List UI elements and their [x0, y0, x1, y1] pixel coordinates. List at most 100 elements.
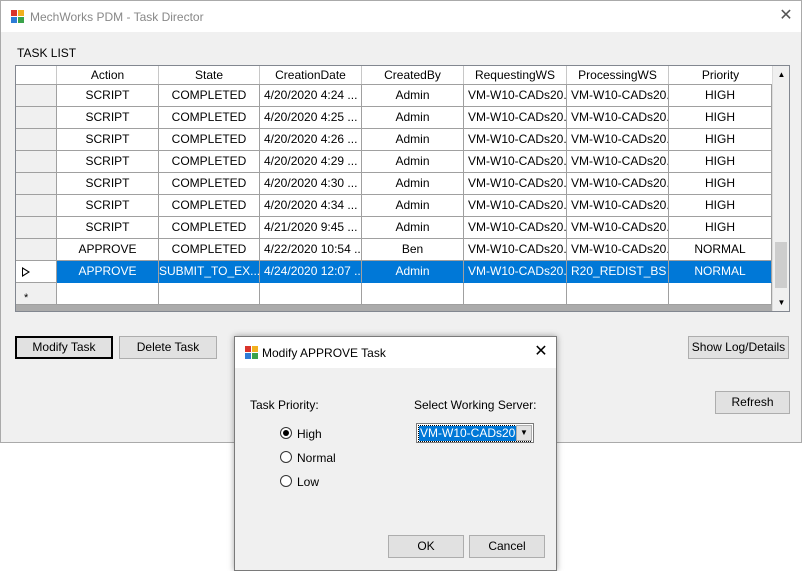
column-header-processing-ws[interactable]: ProcessingWS [567, 66, 669, 84]
cell-processing-ws[interactable] [567, 283, 669, 305]
cell-state[interactable]: SUBMIT_TO_EX... [159, 261, 260, 283]
table-row[interactable]: SCRIPT COMPLETED 4/21/2020 9:45 ... Admin VM… [16, 217, 772, 239]
cell-action[interactable]: SCRIPT [57, 129, 159, 151]
cell-processing-ws[interactable]: VM-W10-CADs20... [567, 129, 669, 151]
cell-action[interactable] [57, 283, 159, 305]
table-row[interactable]: SCRIPT COMPLETED 4/20/2020 4:29 ... Admin VM… [16, 151, 772, 173]
cell-creation-date[interactable]: 4/20/2020 4:29 ... [260, 151, 362, 173]
table-row[interactable]: SCRIPT COMPLETED 4/20/2020 4:30 ... Admin VM… [16, 173, 772, 195]
cell-state[interactable]: COMPLETED [159, 85, 260, 107]
cell-priority[interactable] [669, 283, 772, 305]
cancel-button[interactable]: Cancel [469, 535, 545, 558]
cell-action[interactable]: SCRIPT [57, 85, 159, 107]
ok-button[interactable]: OK [388, 535, 464, 558]
cell-created-by[interactable]: Admin [362, 195, 464, 217]
modify-task-button[interactable]: Modify Task [15, 336, 113, 359]
cell-creation-date[interactable]: 4/20/2020 4:25 ... [260, 107, 362, 129]
row-header[interactable] [16, 129, 57, 151]
column-header-state[interactable]: State [159, 66, 260, 84]
priority-high-label[interactable]: High [297, 427, 322, 441]
cell-action[interactable]: SCRIPT [57, 151, 159, 173]
row-header[interactable] [16, 85, 57, 107]
cell-state[interactable]: COMPLETED [159, 217, 260, 239]
column-header-creation-date[interactable]: CreationDate [260, 66, 362, 84]
row-header[interactable] [16, 151, 57, 173]
cell-created-by[interactable]: Ben [362, 239, 464, 261]
working-server-value[interactable]: VM-W10-CADs2020 [418, 425, 531, 442]
cell-action[interactable]: SCRIPT [57, 107, 159, 129]
cell-processing-ws[interactable]: VM-W10-CADs20... [567, 85, 669, 107]
priority-low-radio[interactable] [280, 475, 292, 487]
cell-action[interactable]: SCRIPT [57, 195, 159, 217]
cell-state[interactable]: COMPLETED [159, 239, 260, 261]
cell-processing-ws[interactable]: VM-W10-CADs20... [567, 195, 669, 217]
cell-state[interactable]: COMPLETED [159, 151, 260, 173]
cell-creation-date[interactable]: 4/20/2020 4:34 ... [260, 195, 362, 217]
cell-requesting-ws[interactable]: VM-W10-CADs20... [464, 217, 567, 239]
cell-creation-date[interactable]: 4/21/2020 9:45 ... [260, 217, 362, 239]
cell-action[interactable]: SCRIPT [57, 173, 159, 195]
cell-processing-ws[interactable]: VM-W10-CADs20... [567, 151, 669, 173]
cell-requesting-ws[interactable]: VM-W10-CADs20... [464, 261, 567, 283]
cell-requesting-ws[interactable]: VM-W10-CADs20... [464, 173, 567, 195]
column-header-created-by[interactable]: CreatedBy [362, 66, 464, 84]
cell-action[interactable]: APPROVE [57, 261, 159, 283]
refresh-button[interactable]: Refresh [715, 391, 790, 414]
close-icon[interactable]: ✕ [775, 6, 797, 26]
cell-priority[interactable]: HIGH [669, 107, 772, 129]
table-row[interactable]: SCRIPT COMPLETED 4/20/2020 4:24 ... Admin VM… [16, 85, 772, 107]
cell-creation-date[interactable]: 4/20/2020 4:26 ... [260, 129, 362, 151]
row-header[interactable] [16, 217, 57, 239]
cell-created-by[interactable]: Admin [362, 151, 464, 173]
task-grid[interactable]: Action State CreationDate CreatedBy Requ… [15, 65, 790, 312]
row-header[interactable] [16, 107, 57, 129]
cell-created-by[interactable]: Admin [362, 173, 464, 195]
cell-creation-date[interactable] [260, 283, 362, 305]
title-bar[interactable]: MechWorks PDM - Task Director ✕ [1, 1, 801, 32]
scroll-thumb[interactable] [775, 242, 787, 288]
table-row[interactable]: SCRIPT COMPLETED 4/20/2020 4:34 ... Admin VM… [16, 195, 772, 217]
cell-processing-ws[interactable]: R20_REDIST_BS [567, 261, 669, 283]
cell-requesting-ws[interactable]: VM-W10-CADs20... [464, 151, 567, 173]
cell-created-by[interactable] [362, 283, 464, 305]
column-header-action[interactable]: Action [57, 66, 159, 84]
table-row[interactable]: APPROVE COMPLETED 4/22/2020 10:54 ... Ben VM… [16, 239, 772, 261]
priority-normal-label[interactable]: Normal [297, 451, 336, 465]
cell-created-by[interactable]: Admin [362, 129, 464, 151]
cell-state[interactable]: COMPLETED [159, 107, 260, 129]
table-row[interactable]: SCRIPT COMPLETED 4/20/2020 4:26 ... Admin VM… [16, 129, 772, 151]
cell-priority[interactable]: HIGH [669, 85, 772, 107]
working-server-combobox[interactable]: VM-W10-CADs2020 ▼ [416, 423, 534, 443]
cell-priority[interactable]: HIGH [669, 129, 772, 151]
cell-state[interactable]: COMPLETED [159, 195, 260, 217]
cell-processing-ws[interactable]: VM-W10-CADs20... [567, 217, 669, 239]
cell-requesting-ws[interactable] [464, 283, 567, 305]
chevron-down-icon[interactable]: ▼ [516, 425, 532, 441]
column-header-priority[interactable]: Priority [669, 66, 772, 84]
cell-creation-date[interactable]: 4/22/2020 10:54 ... [260, 239, 362, 261]
priority-low-label[interactable]: Low [297, 475, 319, 489]
cell-created-by[interactable]: Admin [362, 85, 464, 107]
grid-vertical-scrollbar[interactable]: ▲ ▼ [772, 66, 789, 311]
row-header[interactable] [16, 195, 57, 217]
dialog-title-bar[interactable]: Modify APPROVE Task ✕ [235, 337, 556, 368]
cell-creation-date[interactable]: 4/20/2020 4:24 ... [260, 85, 362, 107]
cell-created-by[interactable]: Admin [362, 261, 464, 283]
cell-action[interactable]: APPROVE [57, 239, 159, 261]
cell-requesting-ws[interactable]: VM-W10-CADs20... [464, 129, 567, 151]
cell-action[interactable]: SCRIPT [57, 217, 159, 239]
column-header-requesting-ws[interactable]: RequestingWS [464, 66, 567, 84]
cell-requesting-ws[interactable]: VM-W10-CADs20... [464, 85, 567, 107]
cell-priority[interactable]: HIGH [669, 151, 772, 173]
row-header[interactable] [16, 173, 57, 195]
cell-processing-ws[interactable]: VM-W10-CADs20... [567, 107, 669, 129]
cell-state[interactable]: COMPLETED [159, 129, 260, 151]
cell-created-by[interactable]: Admin [362, 107, 464, 129]
scroll-up-icon[interactable]: ▲ [773, 66, 789, 83]
table-row[interactable]: SCRIPT COMPLETED 4/20/2020 4:25 ... Admin VM… [16, 107, 772, 129]
row-header[interactable]: * [16, 283, 57, 305]
dialog-close-icon[interactable]: ✕ [531, 342, 551, 362]
cell-processing-ws[interactable]: VM-W10-CADs20... [567, 239, 669, 261]
cell-priority[interactable]: HIGH [669, 173, 772, 195]
cell-creation-date[interactable]: 4/24/2020 12:07 ... [260, 261, 362, 283]
